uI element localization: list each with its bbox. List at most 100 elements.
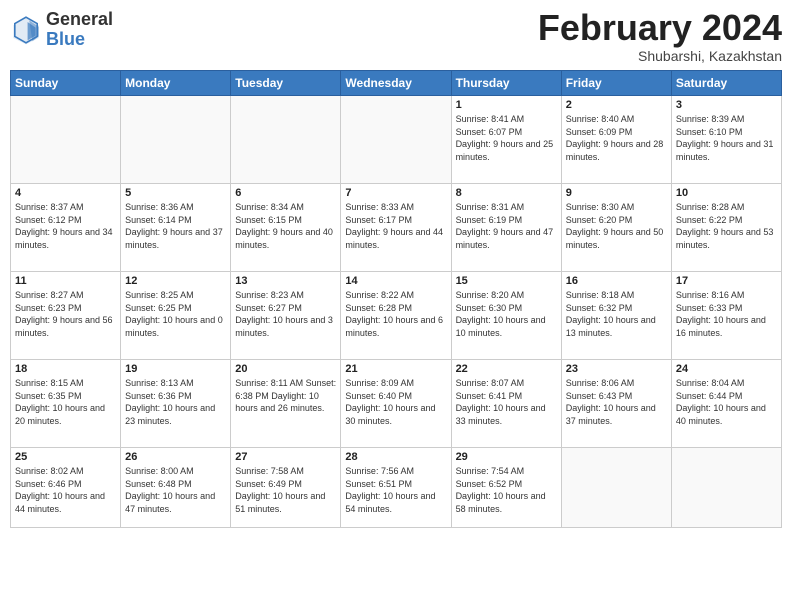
col-friday: Friday [561, 71, 671, 96]
calendar-header: Sunday Monday Tuesday Wednesday Thursday… [11, 71, 782, 96]
table-row: 16 Sunrise: 8:18 AM Sunset: 6:32 PM Dayli… [561, 272, 671, 360]
col-sunday: Sunday [11, 71, 121, 96]
day-info: Sunrise: 7:58 AM Sunset: 6:49 PM Dayligh… [235, 465, 336, 515]
month-title: February 2024 [538, 10, 782, 46]
day-number: 7 [345, 187, 446, 199]
table-row [121, 96, 231, 184]
table-row: 17 Sunrise: 8:16 AM Sunset: 6:33 PM Dayli… [671, 272, 781, 360]
logo-line2: Blue [46, 30, 113, 50]
day-info: Sunrise: 8:41 AM Sunset: 6:07 PM Dayligh… [456, 113, 557, 163]
day-number: 8 [456, 187, 557, 199]
day-number: 29 [456, 451, 557, 463]
day-info: Sunrise: 8:04 AM Sunset: 6:44 PM Dayligh… [676, 377, 777, 427]
calendar-body: 1 Sunrise: 8:41 AM Sunset: 6:07 PM Daylig… [11, 96, 782, 528]
col-saturday: Saturday [671, 71, 781, 96]
day-info: Sunrise: 8:15 AM Sunset: 6:35 PM Dayligh… [15, 377, 116, 427]
table-row: 14 Sunrise: 8:22 AM Sunset: 6:28 PM Dayli… [341, 272, 451, 360]
day-number: 12 [125, 275, 226, 287]
table-row: 22Sunrise: 8:07 AM Sunset: 6:41 PM Dayli… [451, 360, 561, 448]
table-row: 4 Sunrise: 8:37 AM Sunset: 6:12 PM Daylig… [11, 184, 121, 272]
day-info: Sunrise: 8:02 AM Sunset: 6:46 PM Dayligh… [15, 465, 116, 515]
col-thursday: Thursday [451, 71, 561, 96]
day-number: 13 [235, 275, 336, 287]
col-wednesday: Wednesday [341, 71, 451, 96]
table-row: 10 Sunrise: 8:28 AM Sunset: 6:22 PM Dayli… [671, 184, 781, 272]
location-subtitle: Shubarshi, Kazakhstan [538, 48, 782, 64]
day-info: Sunrise: 7:56 AM Sunset: 6:51 PM Dayligh… [345, 465, 446, 515]
day-number: 10 [676, 187, 777, 199]
day-info: Sunrise: 8:36 AM Sunset: 6:14 PM Dayligh… [125, 201, 226, 251]
table-row: 26Sunrise: 8:00 AM Sunset: 6:48 PM Dayli… [121, 448, 231, 528]
col-tuesday: Tuesday [231, 71, 341, 96]
table-row: 9 Sunrise: 8:30 AM Sunset: 6:20 PM Daylig… [561, 184, 671, 272]
table-row: 18 Sunrise: 8:15 AM Sunset: 6:35 PM Dayli… [11, 360, 121, 448]
day-info: Sunrise: 7:54 AM Sunset: 6:52 PM Dayligh… [456, 465, 557, 515]
table-row: 21 Sunrise: 8:09 AM Sunset: 6:40 PM Dayli… [341, 360, 451, 448]
table-row: 24 Sunrise: 8:04 AM Sunset: 6:44 PM Dayli… [671, 360, 781, 448]
day-number: 4 [15, 187, 116, 199]
table-row [11, 96, 121, 184]
day-info: Sunrise: 8:28 AM Sunset: 6:22 PM Dayligh… [676, 201, 777, 251]
day-number: 9 [566, 187, 667, 199]
table-row: 29 Sunrise: 7:54 AM Sunset: 6:52 PM Dayli… [451, 448, 561, 528]
table-row [561, 448, 671, 528]
logo-line1: General [46, 10, 113, 30]
table-row: 13Sunrise: 8:23 AM Sunset: 6:27 PM Dayli… [231, 272, 341, 360]
day-number: 24 [676, 363, 777, 375]
table-row: 28Sunrise: 7:56 AM Sunset: 6:51 PM Dayli… [341, 448, 451, 528]
day-info: Sunrise: 8:34 AM Sunset: 6:15 PM Dayligh… [235, 201, 336, 251]
day-number: 20 [235, 363, 336, 375]
table-row: 19Sunrise: 8:13 AM Sunset: 6:36 PM Dayli… [121, 360, 231, 448]
table-row: 8 Sunrise: 8:31 AM Sunset: 6:19 PM Daylig… [451, 184, 561, 272]
table-row: 15 Sunrise: 8:20 AM Sunset: 6:30 PM Dayli… [451, 272, 561, 360]
day-info: Sunrise: 8:37 AM Sunset: 6:12 PM Dayligh… [15, 201, 116, 251]
day-info: Sunrise: 8:13 AM Sunset: 6:36 PM Dayligh… [125, 377, 226, 427]
day-info: Sunrise: 8:30 AM Sunset: 6:20 PM Dayligh… [566, 201, 667, 251]
calendar-week-3: 18 Sunrise: 8:15 AM Sunset: 6:35 PM Dayli… [11, 360, 782, 448]
day-info: Sunrise: 8:40 AM Sunset: 6:09 PM Dayligh… [566, 113, 667, 163]
day-number: 16 [566, 275, 667, 287]
day-info: Sunrise: 8:31 AM Sunset: 6:19 PM Dayligh… [456, 201, 557, 251]
table-row: 5Sunrise: 8:36 AM Sunset: 6:14 PM Daylig… [121, 184, 231, 272]
table-row [671, 448, 781, 528]
day-number: 14 [345, 275, 446, 287]
table-row: 11Sunrise: 8:27 AM Sunset: 6:23 PM Dayli… [11, 272, 121, 360]
day-info: Sunrise: 8:20 AM Sunset: 6:30 PM Dayligh… [456, 289, 557, 339]
day-number: 21 [345, 363, 446, 375]
day-number: 15 [456, 275, 557, 287]
day-number: 1 [456, 99, 557, 111]
day-number: 26 [125, 451, 226, 463]
day-info: Sunrise: 8:22 AM Sunset: 6:28 PM Dayligh… [345, 289, 446, 339]
day-number: 27 [235, 451, 336, 463]
day-number: 11 [15, 275, 116, 287]
col-monday: Monday [121, 71, 231, 96]
table-row: 20Sunrise: 8:11 AM Sunset: 6:38 PM Dayli… [231, 360, 341, 448]
logo-icon [10, 14, 42, 46]
table-row: 7 Sunrise: 8:33 AM Sunset: 6:17 PM Daylig… [341, 184, 451, 272]
day-number: 3 [676, 99, 777, 111]
header-row: Sunday Monday Tuesday Wednesday Thursday… [11, 71, 782, 96]
day-number: 23 [566, 363, 667, 375]
calendar-week-2: 11Sunrise: 8:27 AM Sunset: 6:23 PM Dayli… [11, 272, 782, 360]
page: General Blue February 2024 Shubarshi, Ka… [0, 0, 792, 612]
table-row: 3Sunrise: 8:39 AM Sunset: 6:10 PM Daylig… [671, 96, 781, 184]
calendar-week-0: 1 Sunrise: 8:41 AM Sunset: 6:07 PM Daylig… [11, 96, 782, 184]
title-block: February 2024 Shubarshi, Kazakhstan [538, 10, 782, 64]
day-number: 6 [235, 187, 336, 199]
day-info: Sunrise: 8:33 AM Sunset: 6:17 PM Dayligh… [345, 201, 446, 251]
day-info: Sunrise: 8:09 AM Sunset: 6:40 PM Dayligh… [345, 377, 446, 427]
day-info: Sunrise: 8:25 AM Sunset: 6:25 PM Dayligh… [125, 289, 226, 339]
table-row: 6 Sunrise: 8:34 AM Sunset: 6:15 PM Daylig… [231, 184, 341, 272]
day-number: 17 [676, 275, 777, 287]
table-row [231, 96, 341, 184]
day-info: Sunrise: 8:16 AM Sunset: 6:33 PM Dayligh… [676, 289, 777, 339]
logo-text: General Blue [46, 10, 113, 50]
table-row: 27 Sunrise: 7:58 AM Sunset: 6:49 PM Dayli… [231, 448, 341, 528]
day-number: 25 [15, 451, 116, 463]
table-row [341, 96, 451, 184]
table-row: 2Sunrise: 8:40 AM Sunset: 6:09 PM Daylig… [561, 96, 671, 184]
day-info: Sunrise: 8:18 AM Sunset: 6:32 PM Dayligh… [566, 289, 667, 339]
day-info: Sunrise: 8:07 AM Sunset: 6:41 PM Dayligh… [456, 377, 557, 427]
day-number: 18 [15, 363, 116, 375]
table-row: 12 Sunrise: 8:25 AM Sunset: 6:25 PM Dayli… [121, 272, 231, 360]
